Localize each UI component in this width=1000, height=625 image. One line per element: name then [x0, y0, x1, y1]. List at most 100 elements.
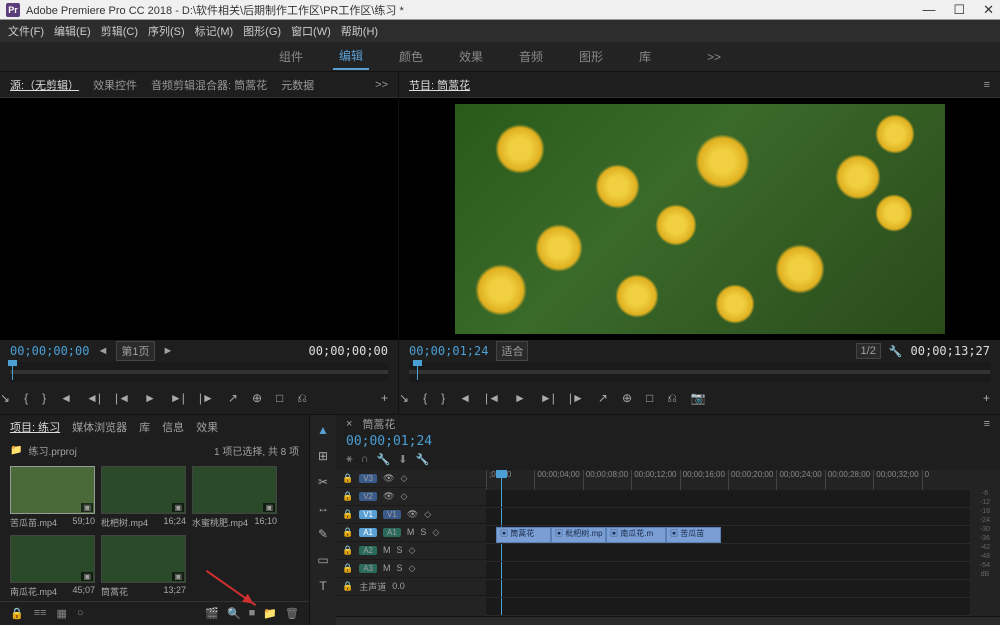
program-tab[interactable]: 节目: 筒蒿花: [409, 77, 470, 93]
tool-button[interactable]: ✎: [318, 527, 328, 541]
timeline-tool-icon[interactable]: ⬇: [398, 453, 407, 466]
zoom-dropdown[interactable]: 1/2: [856, 343, 881, 359]
program-scrubber[interactable]: [409, 362, 990, 382]
project-panel-tab[interactable]: 库: [139, 419, 150, 435]
panel-menu-icon[interactable]: ≡: [984, 79, 990, 91]
transport-button[interactable]: {: [24, 391, 28, 405]
track-label[interactable]: A3: [359, 564, 377, 573]
track-lane[interactable]: [486, 562, 970, 580]
thumbnail[interactable]: ▣: [101, 535, 186, 583]
thumbnail[interactable]: ▣: [10, 535, 95, 583]
close-button[interactable]: ✕: [983, 2, 994, 18]
transport-button[interactable]: {: [423, 391, 427, 405]
bin-item[interactable]: ▣水蜜桃肥.mp416;10: [192, 466, 277, 529]
lock-icon[interactable]: 🔒: [342, 545, 353, 556]
transport-button[interactable]: 📷: [691, 391, 706, 405]
track-header[interactable]: 🔒 A3 MS ◇: [336, 560, 486, 578]
tabs-overflow-icon[interactable]: >>: [375, 79, 388, 91]
sync-icon[interactable]: ◇: [432, 527, 439, 538]
workspace-tab[interactable]: 组件: [273, 44, 309, 69]
footer-button[interactable]: ≡≡: [34, 607, 47, 620]
track-label[interactable]: A2: [359, 546, 377, 555]
timeline-tool-icon[interactable]: ∩: [361, 453, 369, 466]
track-header[interactable]: 🔒A1A1MS◇: [336, 524, 486, 542]
page-fwd-icon[interactable]: ►: [163, 345, 174, 357]
bin-item[interactable]: ▣枇杷树.mp416;24: [101, 466, 186, 529]
transport-button[interactable]: |►: [199, 391, 214, 405]
thumbnail[interactable]: ▣: [101, 466, 186, 514]
track-lane[interactable]: [486, 544, 970, 562]
transport-button[interactable]: ↘: [399, 391, 409, 405]
wrench-icon[interactable]: 🔧: [889, 345, 903, 358]
bin-item[interactable]: ▣苦瓜苗.mp459;10: [10, 466, 95, 529]
source-viewer[interactable]: [0, 98, 398, 340]
sync-icon[interactable]: ◇: [409, 563, 416, 574]
transport-button[interactable]: ◄: [60, 391, 72, 405]
eye-icon[interactable]: 👁: [407, 509, 418, 520]
eye-icon[interactable]: 👁: [383, 491, 394, 502]
solo-button[interactable]: S: [397, 563, 403, 573]
timeline-clip[interactable]: ▣ 苦瓜苗: [666, 527, 721, 543]
transport-button[interactable]: ↗: [228, 391, 238, 405]
add-button-icon[interactable]: +: [983, 391, 990, 405]
timeline-tool-icon[interactable]: 🔧: [377, 453, 391, 466]
transport-button[interactable]: ►|: [540, 391, 555, 405]
workspace-tab[interactable]: 颜色: [393, 44, 429, 69]
tool-button[interactable]: ✂: [318, 475, 328, 489]
menu-item[interactable]: 窗口(W): [291, 23, 331, 39]
transport-button[interactable]: ►: [514, 391, 526, 405]
program-tc-current[interactable]: 00;00;01;24: [409, 344, 488, 358]
track-lane[interactable]: ▣ 筒蒿花▣ 枇杷树.mp▣ 南瓜花.m▣ 苦瓜苗: [486, 526, 970, 544]
sequence-name[interactable]: 筒蒿花: [362, 416, 395, 432]
bin-item[interactable]: ▣筒蒿花13;27: [101, 535, 186, 598]
lock-icon[interactable]: 🔒: [342, 563, 353, 574]
solo-button[interactable]: S: [397, 545, 403, 555]
track-lane[interactable]: [486, 508, 970, 526]
track-area[interactable]: ;00;0000;00;04;0000;00;08;0000;00;12;000…: [486, 470, 970, 616]
transport-button[interactable]: □: [646, 391, 653, 405]
transport-button[interactable]: ⎌: [667, 391, 677, 406]
footer-button[interactable]: ▦: [57, 607, 67, 620]
footer-button[interactable]: 🗑: [285, 607, 299, 620]
transport-button[interactable]: ►: [144, 391, 156, 405]
track-header[interactable]: 🔒V1V1👁◇: [336, 506, 486, 524]
fit-dropdown[interactable]: 适合: [496, 341, 528, 361]
transport-button[interactable]: ↘: [0, 391, 10, 405]
track-label[interactable]: V1: [383, 510, 401, 519]
project-panel-tab[interactable]: 信息: [162, 419, 184, 435]
track-lane[interactable]: [486, 580, 970, 598]
menu-item[interactable]: 编辑(E): [54, 23, 91, 39]
add-button-icon[interactable]: +: [381, 391, 388, 405]
panel-menu-icon[interactable]: ≡: [984, 418, 990, 430]
source-panel-tab[interactable]: 元数据: [281, 77, 314, 93]
tool-button[interactable]: ▭: [317, 553, 328, 567]
track-header[interactable]: 🔒 V2 👁 ◇: [336, 488, 486, 506]
sync-icon[interactable]: ◇: [400, 473, 407, 484]
transport-button[interactable]: ↗: [598, 391, 608, 405]
lock-icon[interactable]: 🔒: [342, 491, 353, 502]
mute-button[interactable]: M: [383, 563, 391, 573]
workspace-more-icon[interactable]: >>: [701, 46, 727, 68]
footer-button[interactable]: 🎬: [205, 607, 219, 620]
tool-button[interactable]: ↔: [317, 501, 329, 515]
menu-item[interactable]: 帮助(H): [341, 23, 378, 39]
track-patch[interactable]: A1: [359, 528, 377, 537]
transport-button[interactable]: □: [276, 391, 283, 405]
track-header[interactable]: 🔒V3👁◇: [336, 470, 486, 488]
solo-button[interactable]: S: [420, 527, 426, 537]
source-panel-tab[interactable]: 效果控件: [93, 77, 137, 93]
track-label[interactable]: V3: [359, 474, 377, 483]
menu-item[interactable]: 序列(S): [148, 23, 185, 39]
workspace-tab[interactable]: 图形: [573, 44, 609, 69]
timeline-tool-icon[interactable]: 🔧: [415, 453, 429, 466]
transport-button[interactable]: ⊕: [622, 391, 632, 405]
track-label[interactable]: A1: [383, 528, 401, 537]
track-label[interactable]: V2: [359, 492, 377, 501]
thumbnail[interactable]: ▣: [192, 466, 277, 514]
footer-button[interactable]: ■: [249, 607, 256, 620]
track-lane[interactable]: [486, 490, 970, 508]
timeline-clip[interactable]: ▣ 南瓜花.m: [606, 527, 666, 543]
sync-icon[interactable]: ◇: [400, 491, 407, 502]
timeline-tc[interactable]: 00;00;01;24: [346, 434, 432, 449]
minimize-button[interactable]: —: [922, 2, 935, 18]
